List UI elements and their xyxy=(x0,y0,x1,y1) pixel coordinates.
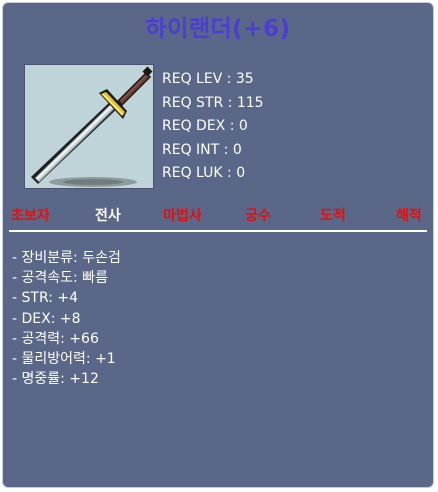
req-int: REQ INT : 0 xyxy=(162,141,242,158)
two-handed-sword-icon xyxy=(31,66,153,187)
job-thief: 도적 xyxy=(320,208,346,224)
job-pirate: 해적 xyxy=(396,208,422,224)
item-tooltip: 하이랜더(+6) REQ LEV : 35 REQ STR: 115 REQ … xyxy=(2,2,434,488)
item-stats-list: - 장비분류: 두손검 - 공격속도: 빠름 - STR: +4 - DEX: … xyxy=(12,248,121,389)
req-str: REQ STR : 115 xyxy=(162,94,264,111)
stat-dex: - DEX: +8 xyxy=(12,310,81,327)
job-magician: 마법사 xyxy=(163,208,202,224)
stat-defense: - 물리방어력: +1 xyxy=(12,350,116,367)
stat-accuracy: - 명중률: +12 xyxy=(12,371,99,388)
job-warrior: 전사 xyxy=(95,208,121,224)
stat-str: - STR: +4 xyxy=(12,290,79,307)
req-luk: REQ LUK : 0 xyxy=(162,165,246,181)
item-icon-frame xyxy=(24,64,154,189)
stat-category: - 장비분류: 두손검 xyxy=(12,250,121,266)
item-name: 하이랜더(+6) xyxy=(145,16,291,42)
stat-attack: - 공격력: +66 xyxy=(12,330,99,347)
req-level: REQ LEV : 35 xyxy=(162,71,254,87)
job-beginner: 초보자 xyxy=(11,208,50,224)
job-bowman: 궁수 xyxy=(245,208,271,224)
divider xyxy=(9,230,427,232)
job-restrictions: 초보자 전사 마법사 궁수 도적 해적 xyxy=(3,205,433,227)
requirements-list: REQ LEV : 35 REQ STR : 115 REQ DEX : 0 R… xyxy=(162,68,264,186)
stat-attack-speed: - 공격속도: 빠름 xyxy=(12,270,108,287)
req-dex: REQ DEX : 0 xyxy=(162,118,248,134)
